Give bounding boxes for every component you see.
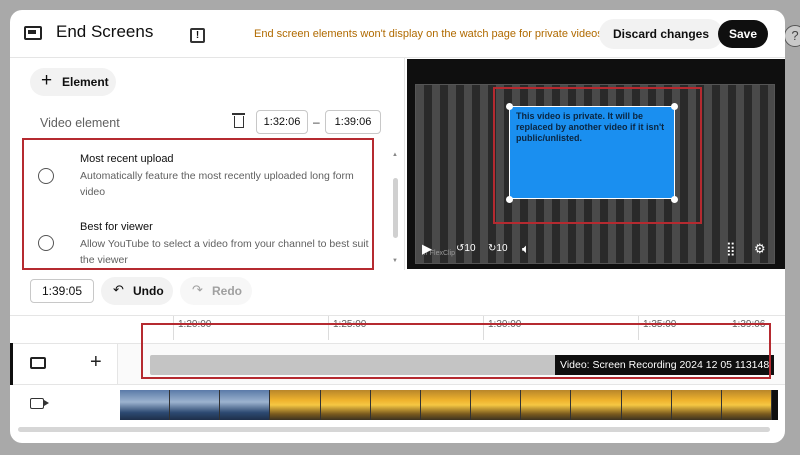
feedback-icon[interactable]: ! (190, 28, 205, 43)
track-indicator (10, 343, 13, 385)
undo-label: Undo (133, 284, 164, 298)
element-editor-panel: + Element Video element 1:32:06 – 1:39:0… (10, 58, 405, 270)
timeline-scrollbar[interactable] (18, 427, 770, 432)
radio-most-recent-upload[interactable] (38, 168, 54, 184)
thumbnail-frame (270, 390, 321, 420)
option-best-for-viewer[interactable]: Best for viewer Allow YouTube to select … (38, 218, 369, 268)
element-start-time-field[interactable]: 1:32:06 (256, 110, 308, 134)
help-icon[interactable]: ? (784, 25, 800, 47)
scroll-up-arrow-icon[interactable]: ▲ (392, 152, 398, 158)
forward-10-icon[interactable]: ↻10 (488, 243, 508, 254)
scroll-down-arrow-icon[interactable]: ▼ (392, 258, 398, 264)
thumbnail-frame (220, 390, 271, 420)
radio-best-for-viewer[interactable] (38, 235, 54, 251)
thumbnail-frame (320, 390, 371, 420)
resize-handle-top-left[interactable] (506, 103, 513, 110)
add-element-button[interactable]: + Element (30, 68, 116, 96)
thumbnail-frame (471, 390, 522, 420)
thumbnail-frame (671, 390, 722, 420)
video-type-options: Most recent upload Automatically feature… (22, 138, 374, 270)
end-screens-dialog: End Screens ! End screen elements won't … (10, 10, 785, 443)
resize-handle-bottom-left[interactable] (506, 196, 513, 203)
end-screen-icon (24, 26, 42, 40)
thumbnail-frame (621, 390, 672, 420)
video-filmstrip[interactable] (120, 390, 773, 420)
thumbnail-frame (521, 390, 572, 420)
resize-handle-top-right[interactable] (671, 103, 678, 110)
plus-icon[interactable]: + (90, 351, 102, 374)
save-button[interactable]: Save (718, 20, 768, 48)
player-controls: /// FlexClip ▶ ↺10 ↻10 🔈︎ ⣿ ⚙ (416, 237, 776, 263)
filmstrip-end (772, 390, 778, 420)
thumbnail-frame (170, 390, 221, 420)
thumbnail-frame (571, 390, 622, 420)
plus-icon: + (41, 70, 53, 91)
track-highlight (141, 323, 771, 379)
end-screen-icon (30, 357, 46, 369)
redo-button[interactable]: ↷ Redo (180, 277, 252, 305)
gear-icon[interactable]: ⚙ (754, 241, 766, 257)
thumbnail-frame (120, 390, 171, 420)
video-camera-icon (30, 398, 49, 409)
option-description: Allow YouTube to select a video from you… (80, 238, 369, 266)
discard-changes-button[interactable]: Discard changes (599, 19, 723, 49)
redo-icon: ↷ (192, 282, 203, 297)
redo-label: Redo (212, 284, 242, 298)
page-title: End Screens (56, 22, 154, 41)
current-time-field[interactable]: 1:39:05 (30, 279, 94, 303)
element-end-time-field[interactable]: 1:39:06 (325, 110, 381, 134)
video-element-label: Video element (40, 116, 120, 130)
trash-icon[interactable] (232, 113, 245, 128)
time-range-separator: – (313, 115, 320, 129)
option-most-recent-upload[interactable]: Most recent upload Automatically feature… (38, 150, 358, 200)
undo-button[interactable]: ↶ Undo (101, 277, 173, 305)
thumbnail-frame (721, 390, 773, 420)
volume-icon[interactable]: 🔈︎ (522, 241, 530, 257)
thumbnail-frame (370, 390, 421, 420)
options-scrollbar[interactable] (393, 178, 398, 238)
rewind-10-icon[interactable]: ↺10 (456, 243, 476, 254)
resize-handle-bottom-right[interactable] (671, 196, 678, 203)
endcard-text: This video is private. It will be replac… (516, 111, 665, 143)
option-description: Automatically feature the most recently … (80, 170, 354, 198)
track-controls: + (10, 344, 118, 384)
video-endcard-element[interactable]: This video is private. It will be replac… (509, 106, 675, 199)
dialog-header: End Screens ! End screen elements won't … (10, 10, 785, 58)
option-title: Most recent upload (80, 153, 174, 165)
thumbnail-frame (420, 390, 472, 420)
add-element-label: Element (62, 75, 109, 89)
option-title: Best for viewer (80, 221, 153, 233)
undo-icon: ↶ (113, 282, 124, 297)
private-video-notice: End screen elements won't display on the… (254, 28, 606, 40)
play-icon[interactable]: ▶ (422, 241, 432, 257)
grid-icon[interactable]: ⣿ (726, 241, 736, 257)
